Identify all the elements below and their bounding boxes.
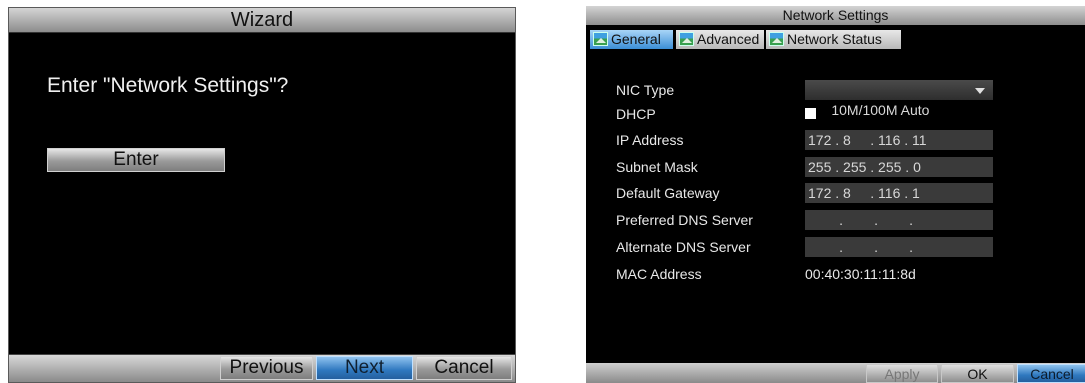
tab-advanced-label: Advanced: [697, 31, 760, 47]
previous-button[interactable]: Previous: [220, 356, 313, 380]
wizard-title: Wizard: [9, 8, 515, 33]
mac-address-value: 00:40:30:11:11:8d: [805, 266, 916, 282]
nic-type-select[interactable]: 10M/100M Auto: [805, 80, 993, 118]
network-settings-title: Network Settings: [586, 6, 1085, 25]
tab-general-label: General: [611, 31, 661, 47]
alternate-dns-field[interactable]: . . .: [805, 237, 993, 257]
subnet-mask-label: Subnet Mask: [616, 159, 698, 175]
enter-button[interactable]: Enter: [47, 148, 225, 172]
mac-address-label: MAC Address: [616, 266, 702, 282]
picture-icon: [593, 32, 608, 46]
alternate-dns-label: Alternate DNS Server: [616, 239, 751, 255]
tab-advanced[interactable]: Advanced: [676, 30, 764, 49]
network-button-bar: Apply OK Cancel: [586, 363, 1085, 383]
picture-icon: [679, 32, 694, 46]
default-gateway-field[interactable]: 172 . 8 . 116 . 1: [805, 183, 993, 203]
tab-network-status-label: Network Status: [787, 31, 882, 47]
network-cancel-button[interactable]: Cancel: [1017, 364, 1085, 383]
chevron-down-icon: [975, 88, 985, 94]
nic-type-value: 10M/100M Auto: [831, 102, 930, 118]
wizard-button-bar: Previous Next Cancel: [9, 354, 515, 382]
network-settings-dialog: Network Settings General Advanced Networ…: [586, 6, 1085, 383]
wizard-cancel-button[interactable]: Cancel: [416, 356, 512, 380]
tab-general[interactable]: General: [590, 30, 673, 49]
ip-address-label: IP Address: [616, 132, 684, 148]
picture-icon: [769, 32, 784, 46]
next-button[interactable]: Next: [316, 356, 413, 380]
preferred-dns-field[interactable]: . . .: [805, 210, 993, 230]
dhcp-checkbox[interactable]: [805, 108, 816, 119]
wizard-dialog: Wizard Enter "Network Settings"? Enter P…: [8, 7, 516, 383]
tab-network-status[interactable]: Network Status: [766, 30, 901, 49]
apply-button[interactable]: Apply: [866, 364, 938, 383]
ok-button[interactable]: OK: [941, 364, 1014, 383]
tab-bar: General Advanced Network Status: [586, 25, 1085, 52]
dhcp-label: DHCP: [616, 106, 656, 122]
preferred-dns-label: Preferred DNS Server: [616, 212, 753, 228]
wizard-question: Enter "Network Settings"?: [47, 74, 289, 97]
nic-type-label: NIC Type: [616, 82, 675, 98]
subnet-mask-field[interactable]: 255 . 255 . 255 . 0: [805, 157, 993, 177]
ip-address-field[interactable]: 172 . 8 . 116 . 11: [805, 130, 993, 150]
default-gateway-label: Default Gateway: [616, 185, 720, 201]
